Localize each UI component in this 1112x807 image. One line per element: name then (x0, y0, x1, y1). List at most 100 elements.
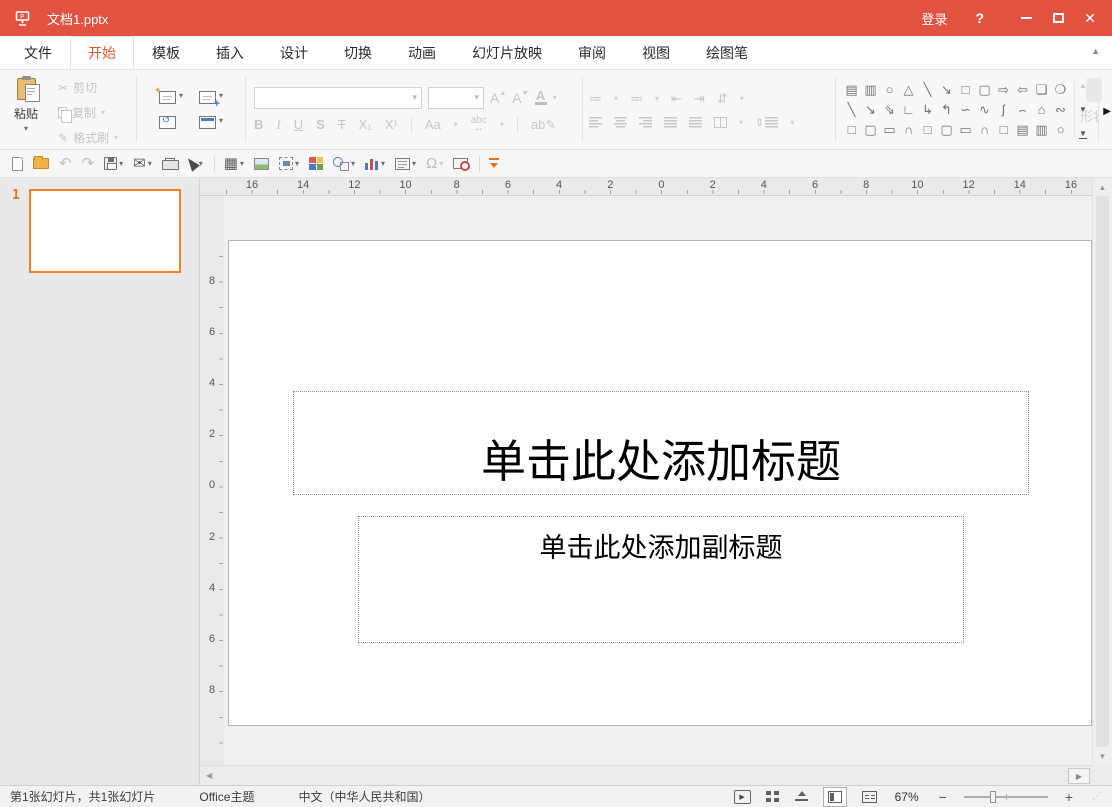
toolbar-button[interactable]: ▾ (391, 152, 420, 176)
format-painter-button[interactable]: ✎ 格式刷 ▾ (58, 129, 118, 146)
shape-cell[interactable]: ▥ (861, 80, 880, 100)
menu-tab[interactable]: 开始 (70, 36, 134, 69)
zoom-in-button[interactable]: + (1063, 789, 1075, 805)
shape-cell[interactable]: ∽ (956, 100, 975, 120)
underline-button[interactable]: U (294, 117, 303, 132)
shape-cell[interactable]: ▢ (937, 120, 956, 140)
shape-cell[interactable]: ○ (880, 80, 899, 100)
toolbar-button[interactable]: ▾ (275, 152, 303, 176)
statusbar-text[interactable]: 中文（中华人民共和国） (299, 788, 431, 805)
toolbar-button[interactable] (29, 152, 53, 176)
toolbar-button[interactable]: ▾ (100, 152, 127, 176)
toolbar-button[interactable] (305, 152, 327, 176)
cut-button[interactable]: ✂ 剪切 (58, 79, 118, 96)
toolbar-button[interactable] (8, 152, 27, 176)
vertical-scrollbar-thumb[interactable] (1096, 196, 1109, 747)
increase-font-button[interactable]: A▲ (490, 90, 506, 106)
shape-cell[interactable]: ▭ (956, 120, 975, 140)
font-color-button[interactable]: A (535, 90, 547, 105)
menu-tab[interactable]: 审阅 (560, 36, 624, 69)
text-direction-button[interactable]: ⇵ (717, 91, 728, 107)
shape-cell[interactable]: ∩ (899, 120, 918, 140)
close-button[interactable]: ✕ (1074, 0, 1106, 36)
menu-tab[interactable]: 设计 (262, 36, 326, 69)
statusbar-text[interactable]: Office主题 (199, 788, 254, 805)
align-left-button[interactable] (589, 117, 602, 128)
distribute-button[interactable] (689, 117, 702, 128)
shape-cell[interactable]: ∿ (975, 100, 994, 120)
character-spacing-button[interactable]: abc↔ (471, 117, 487, 133)
menu-tab[interactable]: 视图 (624, 36, 688, 69)
toolbar-button[interactable]: ▦ ▾ (220, 152, 248, 176)
menu-tab[interactable]: 动画 (390, 36, 454, 69)
toolbar-button[interactable]: ▾ (329, 152, 359, 176)
shape-cell[interactable]: ↳ (918, 100, 937, 120)
shape-cell[interactable]: ▢ (861, 120, 880, 140)
presenter-view-icon[interactable] (795, 791, 808, 803)
zoom-level[interactable]: 67% (892, 790, 922, 804)
toolbar-button[interactable]: ▾ (361, 152, 389, 176)
toolbar-button[interactable] (485, 152, 503, 176)
bullets-button[interactable]: ≔ (589, 91, 602, 107)
align-right-button[interactable] (639, 117, 652, 128)
decrease-font-button[interactable]: A▼ (512, 90, 528, 106)
copy-button[interactable]: 复制 ▾ (58, 104, 118, 121)
shape-cell[interactable]: ʃ (994, 100, 1013, 120)
ribbon-expand-icon[interactable]: ▶ (1103, 106, 1111, 117)
vertical-scrollbar[interactable]: ▲ ▼ (1092, 178, 1112, 765)
play-slideshow-button[interactable] (734, 790, 751, 804)
shape-cell[interactable]: ∩ (975, 120, 994, 140)
font-name-select[interactable] (254, 87, 422, 109)
title-placeholder[interactable]: 单击此处添加标题 (293, 391, 1029, 495)
shape-cell[interactable]: ⇨ (994, 80, 1013, 100)
toolbar-button[interactable]: Ω ▾ (422, 152, 447, 176)
shape-fill-button-cutoff[interactable] (1086, 78, 1102, 102)
reset-slide-button[interactable] (159, 116, 183, 129)
shape-cell[interactable]: ╲ (842, 100, 861, 120)
shape-cell[interactable]: ▤ (1013, 120, 1032, 140)
menu-tab[interactable]: 绘图笔 (688, 36, 766, 69)
toolbar-button[interactable] (214, 156, 215, 172)
toolbar-button[interactable] (479, 156, 480, 172)
shape-cell[interactable]: ↘ (861, 100, 880, 120)
shape-cell[interactable]: ⌂ (1032, 100, 1051, 120)
shape-cell[interactable]: □ (956, 80, 975, 100)
align-center-button[interactable] (614, 117, 627, 128)
slide-thumbnail[interactable] (29, 189, 181, 273)
justify-button[interactable] (664, 117, 677, 128)
toolbar-button[interactable]: ▾ (183, 152, 207, 176)
increase-indent-button[interactable]: ⇥ (694, 91, 705, 107)
columns-button[interactable] (714, 117, 727, 128)
toolbar-button[interactable]: ✉ ▾ (129, 152, 156, 176)
shape-cell[interactable]: ⇦ (1013, 80, 1032, 100)
statusbar-text[interactable]: 第1张幻灯片，共1张幻灯片 (10, 788, 155, 805)
slide-page[interactable]: 单击此处添加标题 单击此处添加副标题 (228, 240, 1092, 726)
numbering-button[interactable]: ≕ (630, 91, 643, 107)
line-spacing-button[interactable]: ⇕ (755, 116, 778, 129)
menu-tab[interactable]: 模板 (134, 36, 198, 69)
paste-dropdown-icon[interactable]: ▾ (24, 124, 28, 133)
highlight-button[interactable]: ab✎ (531, 117, 556, 133)
menu-tab[interactable]: 文件 (6, 36, 70, 69)
collapse-ribbon-icon[interactable]: ▲ (1091, 46, 1100, 56)
slide-layout-button[interactable]: ▾ (199, 91, 223, 104)
superscript-button[interactable]: X¹ (385, 117, 398, 132)
normal-view-button[interactable] (823, 787, 847, 807)
shape-cell[interactable]: ❍ (1051, 80, 1070, 100)
toolbar-button[interactable] (449, 152, 472, 176)
new-slide-button[interactable]: ▾ (159, 91, 183, 104)
shape-cell[interactable]: ▭ (880, 120, 899, 140)
strikethrough-button[interactable]: Ŧ (338, 117, 346, 132)
toolbar-button[interactable]: ↷ (78, 152, 99, 176)
zoom-slider-handle[interactable] (990, 791, 996, 803)
paste-button[interactable]: 粘贴 ▾ (2, 76, 50, 149)
scroll-up-icon[interactable]: ▲ (1093, 180, 1112, 194)
maximize-button[interactable] (1042, 0, 1074, 36)
shape-cell[interactable]: ○ (1051, 120, 1070, 140)
slide-sorter-view-icon[interactable] (766, 791, 780, 803)
shape-cell[interactable]: ⇘ (880, 100, 899, 120)
horizontal-scrollbar[interactable]: ◀ ▶ (200, 765, 1092, 785)
shape-cell[interactable]: ∟ (899, 100, 918, 120)
shape-cell[interactable]: ▢ (975, 80, 994, 100)
zoom-out-button[interactable]: − (937, 789, 949, 805)
